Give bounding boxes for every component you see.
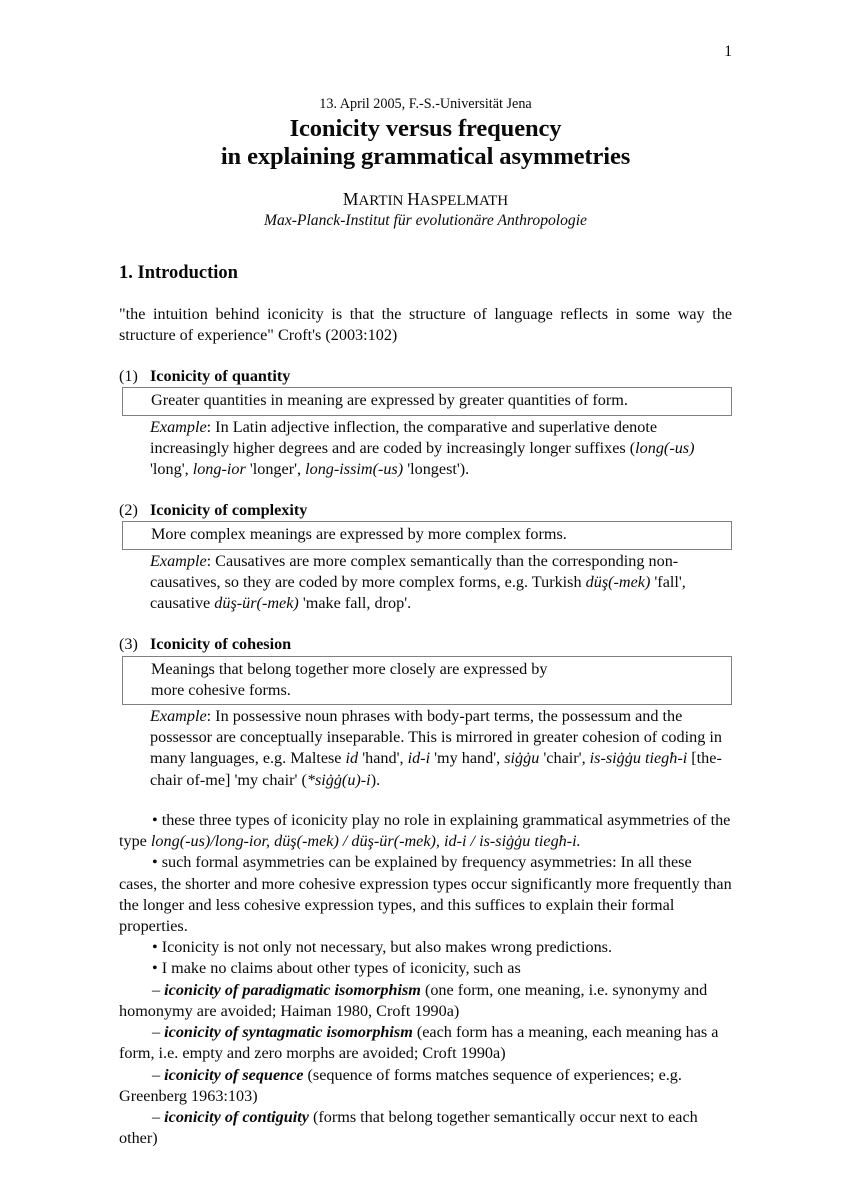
page-title: Iconicity versus frequency in explaining… [119, 115, 732, 172]
example-keyword: Example [150, 551, 207, 570]
list-marker: – [152, 1107, 161, 1126]
example-block: (3) Iconicity of cohesion Meanings that be… [119, 634, 732, 791]
examples-list: (1) Iconicity of quantity Greater quantiti… [119, 366, 732, 791]
example-keyword: Example [150, 707, 207, 726]
note-paragraph: • Iconicity is not only not necessary, b… [152, 938, 613, 957]
definition-box: Meanings that belong together more close… [122, 655, 732, 706]
title-line-2: in explaining grammatical asymmetries [220, 143, 631, 171]
example-explanation: Example: Causatives are more complex sem… [150, 551, 686, 613]
author-name: MARTIN HASPELMATH [342, 189, 509, 210]
list-marker: • [152, 853, 158, 872]
venue-line: 13. April 2005, F.-S.-Universität Jena [319, 96, 532, 112]
note-paragraph: – iconicity of paradigmatic isomorphism … [119, 980, 708, 1020]
title-line-1: Iconicity versus frequency [289, 114, 562, 142]
definition-box: Greater quantities in meaning are expres… [122, 387, 732, 416]
intro-quote-paragraph: "the intuition behind iconicity is that … [119, 304, 732, 345]
definition-box: More complex meanings are expressed by m… [122, 521, 732, 550]
example-block: (2) Iconicity of complexity More complex m… [119, 500, 732, 614]
example-label: (2) Iconicity of complexity [119, 500, 732, 520]
list-marker: – [152, 980, 161, 999]
example-label: (1) Iconicity of quantity [119, 366, 732, 386]
definition-line: Meanings that belong together more close… [151, 659, 548, 678]
section-heading: 1. Introduction [119, 262, 238, 283]
definition-line: More complex meanings are expressed by m… [151, 525, 567, 544]
note-paragraph: – iconicity of syntagmatic isomorphism (… [119, 1023, 719, 1063]
list-marker: • [152, 959, 158, 978]
example-explanation: Example: In possessive noun phrases with… [150, 707, 722, 789]
document-page: 1 13. April 2005, F.-S.-Universität Jena… [0, 0, 850, 1203]
example-title: Iconicity of cohesion [150, 635, 292, 654]
list-marker: • [152, 810, 158, 829]
example-block: (1) Iconicity of quantity Greater quantiti… [119, 366, 732, 480]
example-label: (3) Iconicity of cohesion [119, 634, 732, 654]
example-title: Iconicity of quantity [150, 367, 291, 386]
document-body: 13. April 2005, F.-S.-Universität Jena I… [119, 96, 732, 1149]
note-paragraph: – iconicity of sequence (sequence of for… [119, 1065, 682, 1105]
example-title: Iconicity of complexity [150, 501, 308, 520]
note-paragraph: – iconicity of contiguity (forms that be… [119, 1107, 698, 1148]
notes-list: • these three types of iconicity play no… [119, 810, 732, 1150]
list-marker: – [152, 1065, 161, 1084]
example-explanation: Example: In Latin adjective inflection, … [150, 417, 695, 478]
note-paragraph: • these three types of iconicity play no… [119, 810, 731, 851]
definition-line: Greater quantities in meaning are expres… [151, 391, 628, 410]
definition-line: more cohesive forms. [151, 680, 291, 699]
example-number: (3) [119, 635, 138, 654]
note-paragraph: • such formal asymmetries can be explain… [119, 853, 732, 935]
example-keyword: Example [150, 417, 207, 436]
page-number: 1 [724, 43, 732, 60]
example-number: (1) [119, 367, 138, 386]
example-number: (2) [119, 501, 138, 520]
note-paragraph: • I make no claims about other types of … [152, 959, 521, 978]
list-marker: • [152, 938, 158, 957]
list-marker: – [152, 1023, 161, 1042]
author-affiliation: Max-Planck-Institut für evolutionäre Ant… [264, 212, 587, 230]
